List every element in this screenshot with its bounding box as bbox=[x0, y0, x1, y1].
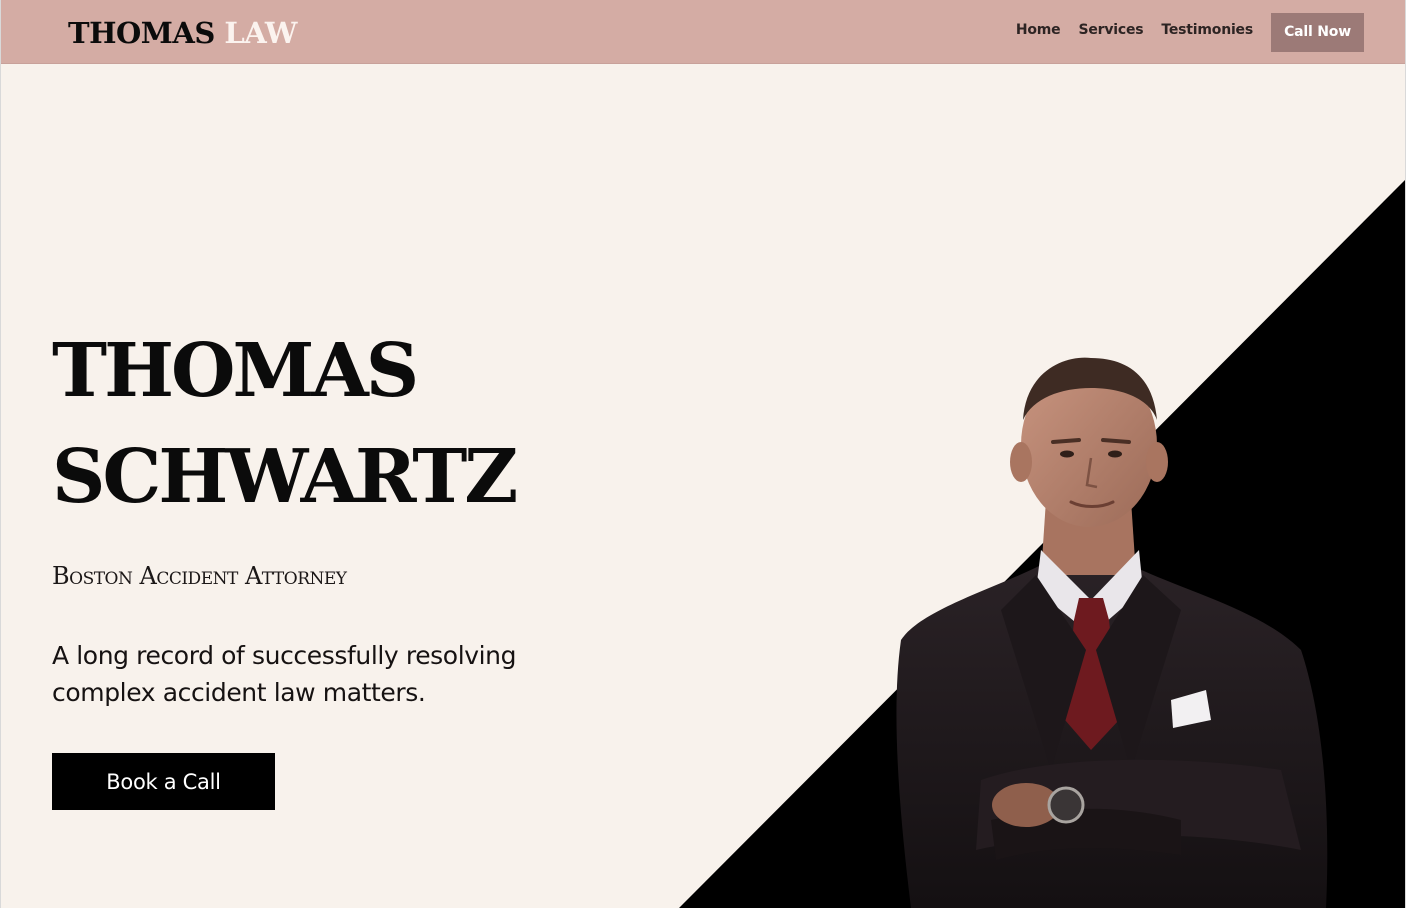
hero-title-line1: THOMAS bbox=[52, 328, 419, 414]
book-call-button[interactable]: Book a Call bbox=[52, 753, 275, 810]
main-nav: Home Services Testimonies bbox=[1016, 22, 1253, 38]
attorney-portrait-photo bbox=[896, 357, 1328, 908]
nav-link-services[interactable]: Services bbox=[1078, 22, 1143, 38]
hero-subtitle: Boston Accident Attorney bbox=[52, 562, 347, 590]
brand-logo[interactable]: THOMAS LAW bbox=[68, 14, 297, 52]
hero-title: THOMAS SCHWARTZ bbox=[52, 318, 518, 530]
brand-name-primary: THOMAS bbox=[68, 16, 215, 50]
hero-title-line2: SCHWARTZ bbox=[52, 434, 518, 520]
call-now-button[interactable]: Call Now bbox=[1271, 13, 1364, 52]
site-header: THOMAS LAW Home Services Testimonies Cal… bbox=[1, 0, 1405, 64]
nav-link-home[interactable]: Home bbox=[1016, 22, 1061, 38]
brand-name-secondary: LAW bbox=[224, 16, 297, 50]
page-frame: THOMAS LAW Home Services Testimonies Cal… bbox=[0, 0, 1406, 908]
nav-link-testimonies[interactable]: Testimonies bbox=[1161, 22, 1253, 38]
hero-description: A long record of successfully resolving … bbox=[52, 641, 517, 707]
